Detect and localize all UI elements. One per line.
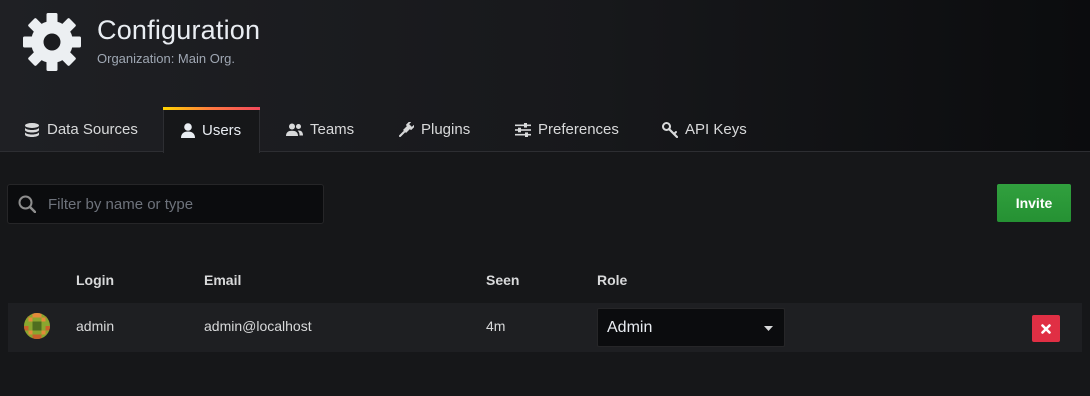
tab-api-keys[interactable]: API Keys (662, 107, 747, 152)
tab-label: Plugins (421, 121, 471, 138)
search-box (7, 184, 324, 224)
key-icon (662, 121, 678, 138)
cell-seen: 4m (486, 318, 506, 334)
invite-button[interactable]: Invite (997, 184, 1071, 222)
avatar (24, 313, 50, 339)
tab-data-sources[interactable]: Data Sources (24, 107, 138, 152)
role-select-value: Admin (607, 318, 653, 336)
role-select[interactable]: Admin (597, 308, 785, 347)
chevron-down-icon (764, 326, 773, 331)
column-header-seen: Seen (486, 272, 520, 288)
tab-plugins[interactable]: Plugins (399, 107, 470, 152)
tab-users[interactable]: Users (163, 107, 260, 153)
close-icon (1041, 323, 1051, 334)
sliders-icon (515, 122, 531, 137)
tab-label: Data Sources (47, 121, 138, 138)
tab-label: Preferences (538, 121, 619, 138)
tab-label: API Keys (685, 121, 747, 138)
column-header-email: Email (204, 272, 242, 288)
plug-icon (399, 122, 414, 137)
page-subtitle: Organization: Main Org. (97, 51, 236, 66)
search-input[interactable] (48, 195, 308, 213)
page-title: Configuration (97, 15, 261, 45)
tab-preferences[interactable]: Preferences (515, 107, 619, 152)
user-icon (181, 123, 195, 138)
cell-login: admin (76, 318, 115, 334)
tab-label: Teams (310, 121, 355, 138)
table-row (8, 303, 1082, 352)
cell-email: admin@localhost (204, 318, 312, 334)
gear-icon (23, 13, 81, 71)
column-header-login: Login (76, 272, 115, 288)
column-header-role: Role (597, 272, 628, 288)
users-icon (286, 123, 303, 136)
database-icon (25, 122, 39, 137)
tab-label: Users (202, 122, 242, 139)
search-icon (18, 195, 36, 213)
tab-teams[interactable]: Teams (286, 107, 354, 152)
delete-user-button[interactable] (1032, 315, 1060, 342)
